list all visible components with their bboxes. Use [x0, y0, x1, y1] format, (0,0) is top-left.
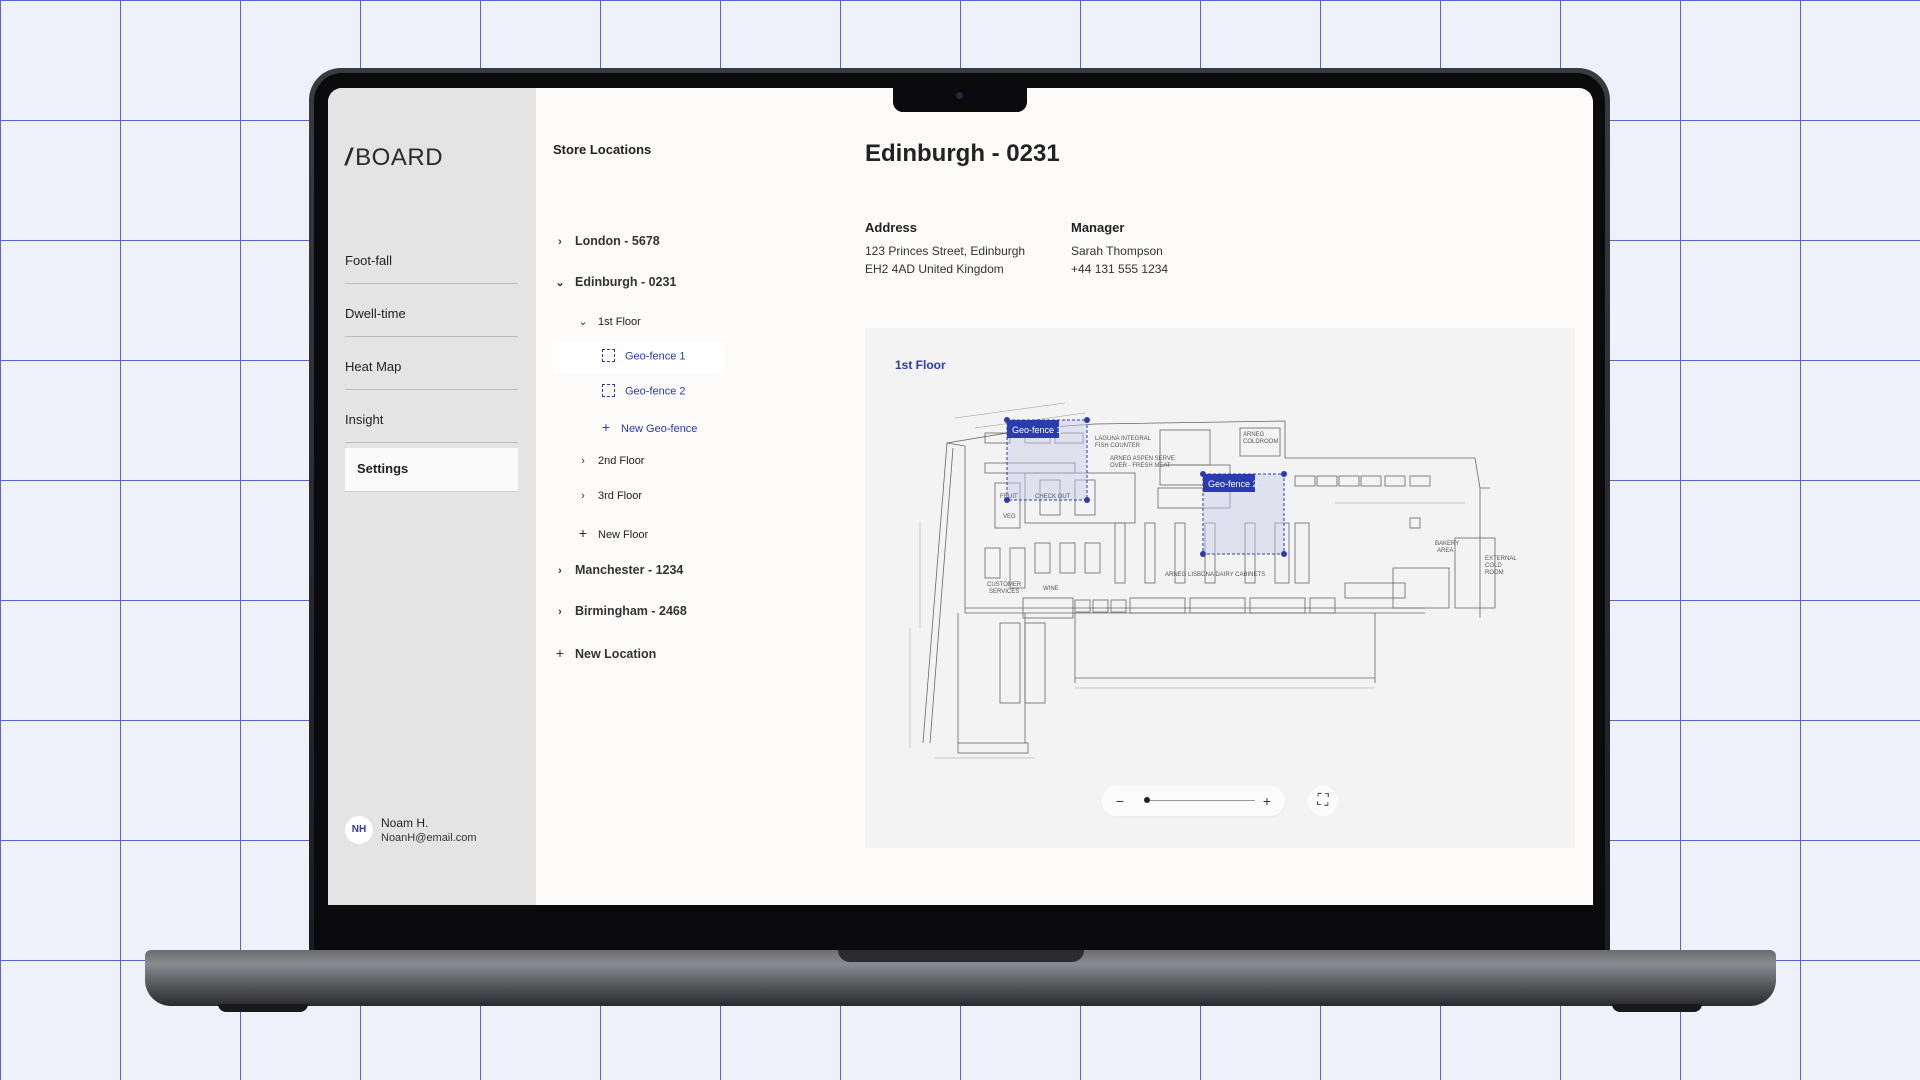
new-location-button[interactable]: + New Location: [553, 645, 656, 665]
floor-label: 3rd Floor: [598, 490, 643, 502]
location-london[interactable]: › London - 5678: [553, 234, 660, 254]
chevron-down-icon: ⌄: [555, 277, 565, 289]
plan-label-customer: CUSTOMER: [987, 582, 1022, 588]
zoom-slider-track[interactable]: [1145, 800, 1255, 801]
geofence-label: Geo-fence 1: [625, 350, 686, 363]
location-label: Edinburgh - 0231: [575, 275, 677, 289]
user-name: Noam H.: [381, 816, 429, 830]
geofence-icon: [602, 349, 615, 362]
plan-label-bakery-2: AREA: [1437, 548, 1453, 554]
plan-label-aspen: ARNEG ASPEN SERVE: [1110, 456, 1175, 462]
fullscreen-icon[interactable]: ⛶: [1308, 786, 1338, 816]
zoom-in-icon[interactable]: +: [1258, 792, 1276, 810]
geofence-2-item[interactable]: Geo-fence 2: [602, 384, 686, 405]
manager-name: Sarah Thompson: [1071, 244, 1163, 258]
manager-label: Manager: [1071, 220, 1125, 235]
new-floor-label: New Floor: [598, 529, 649, 541]
plan-label-bakery: BAKERY: [1435, 541, 1459, 547]
store-locations-title: Store Locations: [553, 142, 652, 157]
plan-label-aspen-2: OVER - FRESH MEAT: [1110, 463, 1171, 469]
floor-3rd[interactable]: › 3rd Floor: [576, 490, 642, 510]
geofence-2-area[interactable]: Geo-fence 2: [1200, 471, 1287, 557]
address-line-1: 123 Princes Street, Edinburgh: [865, 244, 1026, 258]
plan-label-external: EXTERNAL: [1485, 556, 1517, 562]
plan-label-veg: VEG: [1003, 514, 1016, 520]
address-label: Address: [865, 220, 918, 235]
plan-label-lisboa: ARNEG LISBONA DAIRY CABINETS: [1165, 572, 1265, 578]
logo: / BOARD: [345, 144, 443, 172]
zoom-control: − +: [1101, 786, 1285, 816]
plan-label-fruit: FRUIT: [1000, 494, 1018, 500]
new-geofence-button[interactable]: + New Geo-fence: [599, 419, 698, 439]
nav-settings[interactable]: Settings: [345, 448, 518, 492]
plan-label-external-2: COLD: [1485, 563, 1502, 569]
logo-text: BOARD: [355, 144, 444, 171]
nav-dwell-time[interactable]: Dwell-time: [345, 293, 518, 337]
floor-2nd[interactable]: › 2nd Floor: [576, 455, 644, 475]
chevron-down-icon: ⌄: [578, 316, 588, 328]
plan-label-coldroom-2: COLDROOM: [1243, 439, 1278, 445]
user-email: NoanH@email.com: [381, 832, 477, 844]
camera-notch: [893, 86, 1027, 112]
plan-label-external-3: ROOM: [1485, 570, 1504, 576]
location-label: Birmingham - 2468: [575, 604, 687, 618]
location-label: London - 5678: [575, 234, 660, 248]
floor-label: 1st Floor: [598, 316, 641, 328]
plus-icon: +: [555, 645, 565, 661]
floor-label: 2nd Floor: [598, 455, 645, 467]
location-edinburgh[interactable]: ⌄ Edinburgh - 0231: [553, 275, 676, 295]
geofence-2-map-label: Geo-fence 2: [1208, 479, 1258, 489]
floor-plan[interactable]: Geo-fence 1 Geo-fence 2 CHECK OUT FRUIT …: [865, 328, 1575, 848]
chevron-right-icon: ›: [581, 455, 585, 467]
laptop-foot-right: [1612, 1004, 1702, 1012]
chevron-right-icon: ›: [558, 565, 562, 577]
location-birmingham[interactable]: › Birmingham - 2468: [553, 604, 687, 624]
chevron-right-icon: ›: [558, 236, 562, 248]
laptop-foot-left: [218, 1004, 308, 1012]
avatar[interactable]: NH: [345, 816, 373, 844]
location-label: Manchester - 1234: [575, 563, 684, 577]
camera-icon: [956, 92, 963, 99]
geofence-label: Geo-fence 2: [625, 385, 686, 398]
manager-phone: +44 131 555 1234: [1071, 262, 1169, 276]
sidebar: / BOARD Foot-fall Dwell-time Heat Map Ins…: [328, 88, 536, 905]
nav-heat-map[interactable]: Heat Map: [345, 346, 518, 390]
plan-label-checkout: CHECK OUT: [1035, 494, 1071, 500]
chevron-right-icon: ›: [581, 490, 585, 502]
laptop-hinge-notch: [838, 950, 1084, 962]
geofence-icon: [602, 384, 615, 397]
location-manchester[interactable]: › Manchester - 1234: [553, 563, 683, 583]
nav-foot-fall[interactable]: Foot-fall: [345, 240, 518, 284]
address-line-2: EH2 4AD United Kingdom: [865, 262, 1004, 276]
plus-icon: +: [601, 419, 611, 435]
plan-label-services: SERVICES: [989, 589, 1019, 595]
geofence-1-area[interactable]: Geo-fence 1: [1004, 417, 1090, 503]
zoom-out-icon[interactable]: −: [1111, 792, 1129, 810]
new-geofence-label: New Geo-fence: [621, 423, 698, 435]
geofence-1-item[interactable]: Geo-fence 1: [602, 349, 686, 370]
nav-insight[interactable]: Insight: [345, 399, 518, 443]
plan-label-laguna: LAGUNA INTEGRAL: [1095, 436, 1152, 442]
store-title: Edinburgh - 0231: [865, 140, 1060, 167]
new-floor-button[interactable]: + New Floor: [576, 525, 648, 545]
floor-1st[interactable]: ⌄ 1st Floor: [576, 315, 641, 335]
geofence-1-map-label: Geo-fence 1: [1012, 425, 1062, 435]
chevron-right-icon: ›: [558, 606, 562, 618]
plan-label-wine: WINE: [1043, 586, 1059, 592]
new-location-label: New Location: [575, 647, 657, 661]
app-screen: / BOARD Foot-fall Dwell-time Heat Map Ins…: [328, 88, 1593, 905]
zoom-slider-handle[interactable]: [1144, 797, 1150, 803]
plan-label-coldroom: ARNEG: [1243, 432, 1265, 438]
floor-plan-panel: 1st Floor Geo-fence 1 Geo-fence 2 CHECK …: [865, 328, 1575, 848]
plus-icon: +: [578, 525, 588, 541]
plan-dimension-lines: [909, 402, 1465, 759]
plan-label-fish-counter: FISH COUNTER: [1095, 443, 1141, 449]
logo-slash: /: [345, 144, 353, 171]
